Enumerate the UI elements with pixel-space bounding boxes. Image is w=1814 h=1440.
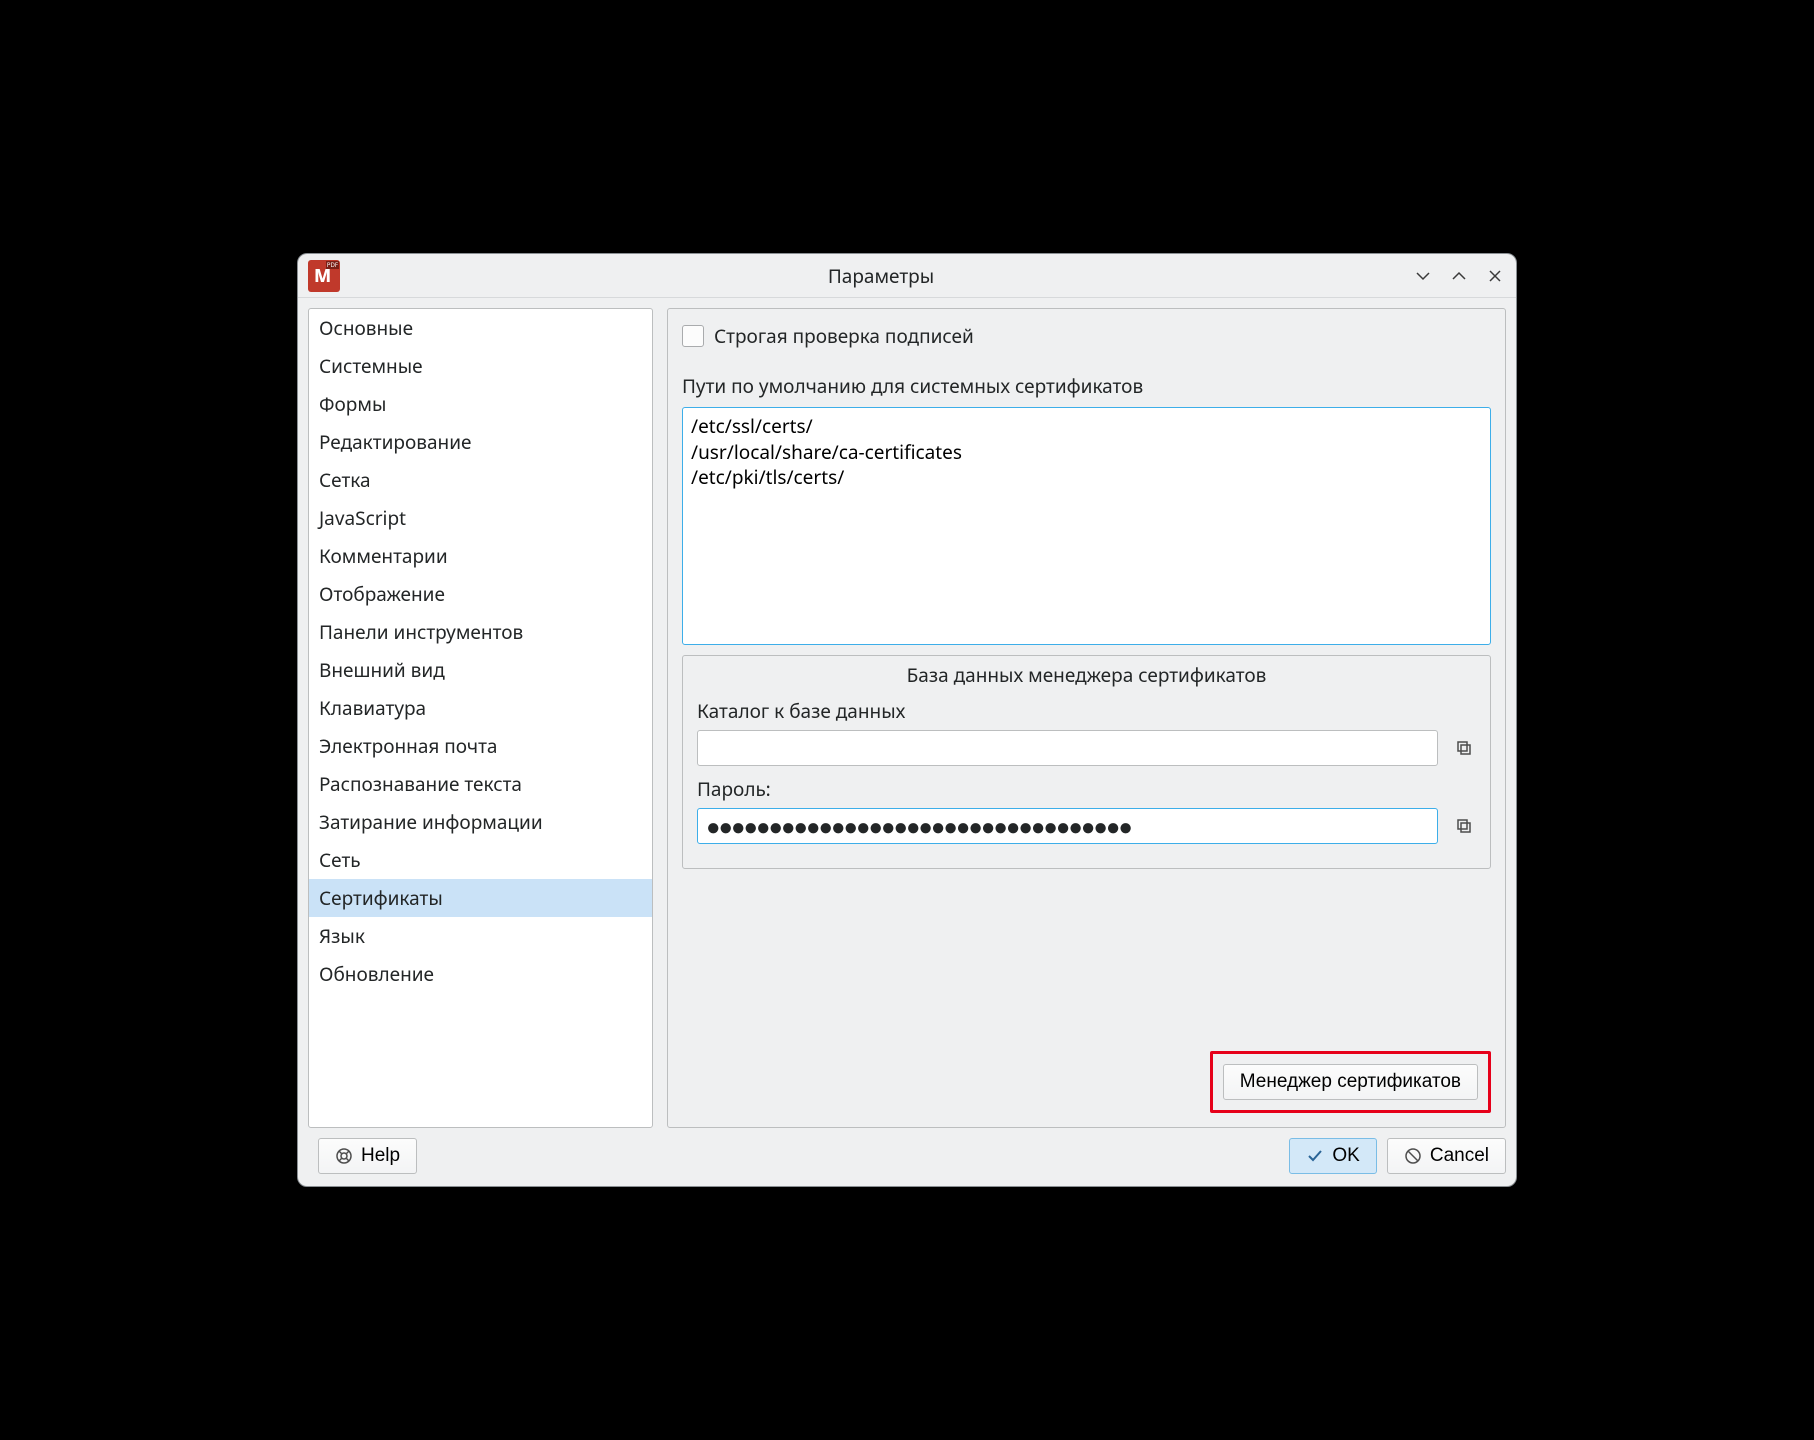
certificates-panel: Строгая проверка подписей Пути по умолча… [667,308,1506,1128]
close-icon [1487,268,1503,284]
cert-manager-button[interactable]: Менеджер сертификатов [1223,1064,1478,1100]
sidebar-item[interactable]: Обновление [309,955,652,993]
copy-icon [1455,817,1473,835]
password-row: ●●●●●●●●●●●●●●●●●●●●●●●●●●●●●●●●●● [697,808,1476,844]
sidebar-item[interactable]: Распознавание текста [309,765,652,803]
strict-check-row: Строгая проверка подписей [682,323,1491,349]
db-dir-copy-button[interactable] [1452,736,1476,760]
close-button[interactable] [1484,265,1506,287]
cert-paths-label: Пути по умолчанию для системных сертифик… [682,373,1491,399]
window-title: Параметры [350,263,1412,289]
ok-button-label: OK [1332,1145,1359,1167]
sidebar-item[interactable]: Затирание информации [309,803,652,841]
settings-window: Параметры ОсновныеСистемныеФормыРедактир… [297,253,1517,1187]
db-dir-label: Каталог к базе данных [697,698,1476,724]
window-controls [1412,265,1506,287]
titlebar: Параметры [298,254,1516,298]
ok-button[interactable]: OK [1289,1138,1376,1174]
sidebar-item[interactable]: Внешний вид [309,651,652,689]
check-icon [1306,1147,1324,1165]
cert-db-group: База данных менеджера сертификатов Катал… [682,655,1491,869]
sidebar-item[interactable]: Комментарии [309,537,652,575]
chevron-up-icon [1451,268,1467,284]
strict-check-label: Строгая проверка подписей [714,323,974,349]
dialog-footer: Help OK Cancel [298,1138,1516,1186]
password-label: Пароль: [697,776,1476,802]
sidebar-item[interactable]: Отображение [309,575,652,613]
sidebar-item[interactable]: Формы [309,385,652,423]
sidebar-item[interactable]: Системные [309,347,652,385]
chevron-down-icon [1415,268,1431,284]
sidebar-item[interactable]: Основные [309,309,652,347]
body: ОсновныеСистемныеФормыРедактированиеСетк… [298,298,1516,1138]
help-icon [335,1147,353,1165]
copy-icon [1455,739,1473,757]
sidebar-item[interactable]: JavaScript [309,499,652,537]
sidebar-item[interactable]: Электронная почта [309,727,652,765]
sidebar-item[interactable]: Язык [309,917,652,955]
password-copy-button[interactable] [1452,814,1476,838]
help-button-label: Help [361,1145,400,1167]
sidebar-item[interactable]: Клавиатура [309,689,652,727]
db-dir-input[interactable] [697,730,1438,766]
sidebar-item[interactable]: Редактирование [309,423,652,461]
category-sidebar[interactable]: ОсновныеСистемныеФормыРедактированиеСетк… [308,308,653,1128]
app-icon [308,260,340,292]
cancel-button[interactable]: Cancel [1387,1138,1506,1174]
sidebar-item[interactable]: Сетка [309,461,652,499]
cert-db-group-title: База данных менеджера сертификатов [697,662,1476,688]
help-button[interactable]: Help [318,1138,417,1174]
db-dir-row [697,730,1476,766]
cancel-icon [1404,1147,1422,1165]
cert-paths-input[interactable] [682,407,1491,645]
password-input[interactable]: ●●●●●●●●●●●●●●●●●●●●●●●●●●●●●●●●●● [697,808,1438,844]
maximize-button[interactable] [1448,265,1470,287]
cert-manager-highlight: Менеджер сертификатов [1210,1051,1491,1113]
strict-check-checkbox[interactable] [682,325,704,347]
sidebar-item[interactable]: Сеть [309,841,652,879]
cancel-button-label: Cancel [1430,1145,1489,1167]
minimize-button[interactable] [1412,265,1434,287]
sidebar-item[interactable]: Сертификаты [309,879,652,917]
sidebar-item[interactable]: Панели инструментов [309,613,652,651]
